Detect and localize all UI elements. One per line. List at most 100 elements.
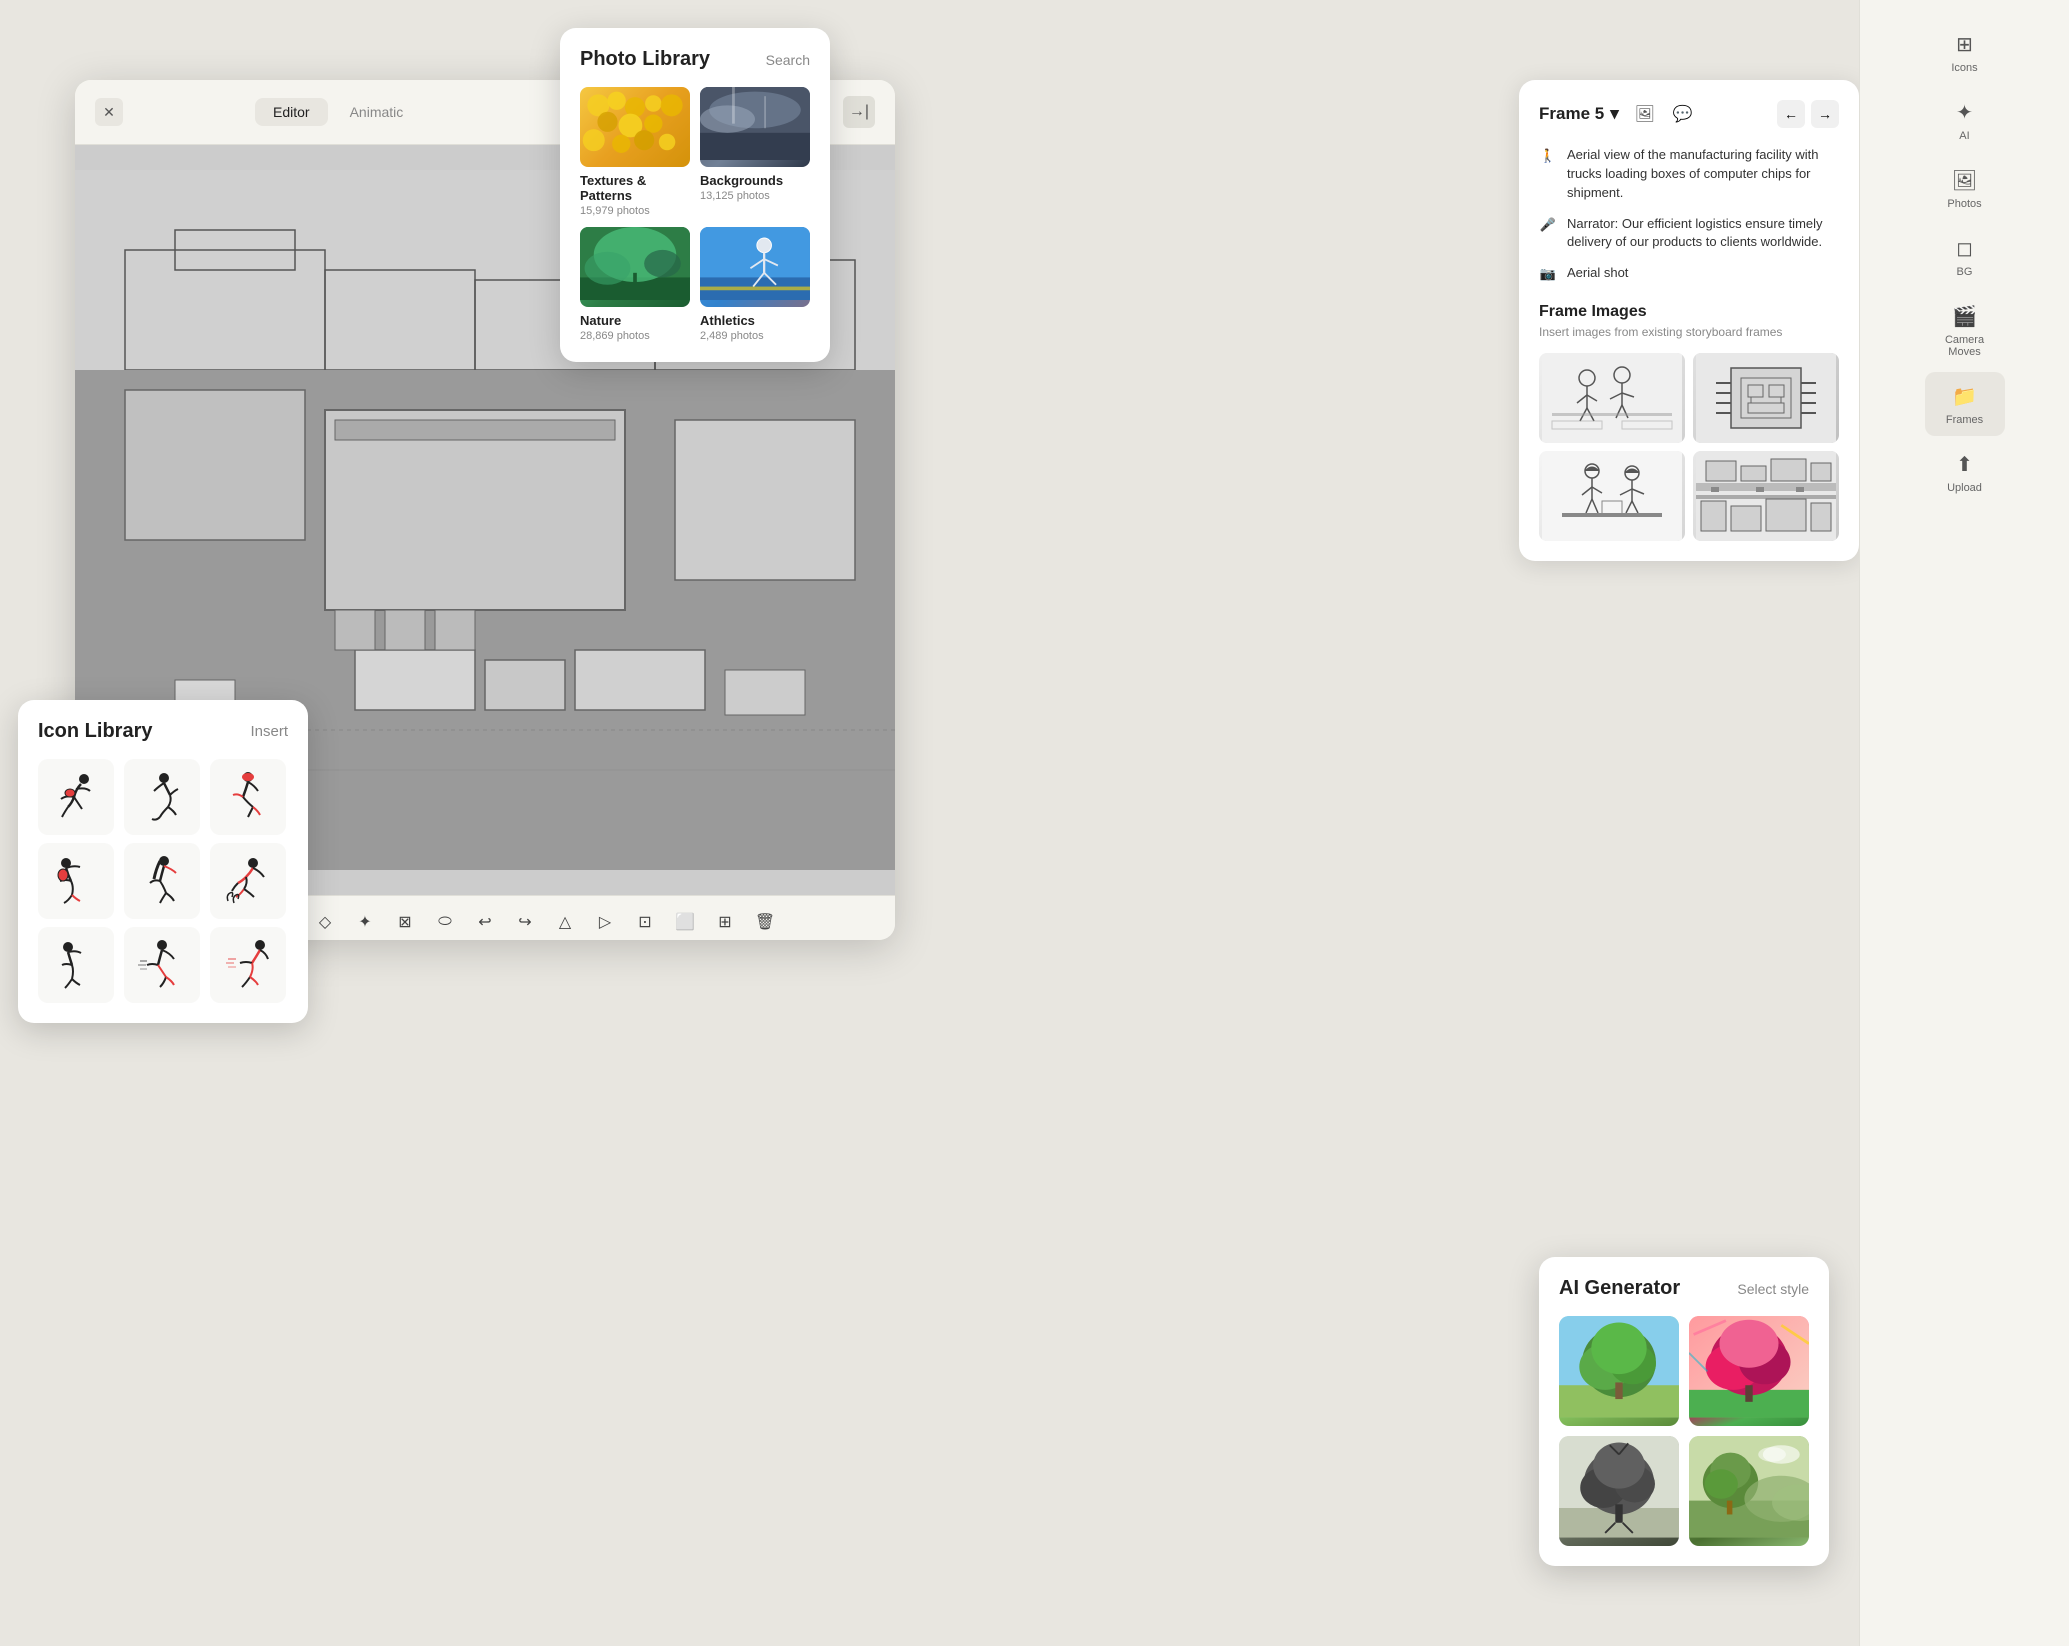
frame-note-narrator: 🎤 Narrator: Our efficient logistics ensu… [1539,215,1839,253]
ai-image-pink-tree[interactable] [1689,1316,1809,1426]
frame-image-city[interactable] [1693,451,1839,541]
icon-runner-7[interactable] [38,927,114,1003]
photo-search-button[interactable]: Search [766,52,810,68]
category-nature[interactable]: Nature 28,869 photos [580,227,690,342]
trash-icon: 🗑 [755,912,775,932]
arrow-right-icon: →| [849,103,869,121]
frame-images-subtitle: Insert images from existing storyboard f… [1539,325,1839,339]
sidebar-item-camera-moves[interactable]: 🎬 Camera Moves [1925,292,2005,368]
athletics-count: 2,489 photos [700,330,810,342]
arrow-tool-button[interactable]: ▷ [589,906,621,938]
star-icon: ✦ [358,912,371,932]
sidebar-item-upload[interactable]: ⬆ Upload [1925,440,2005,504]
backgrounds-count: 13,125 photos [700,190,810,202]
frame-icon-buttons: 🖼 💬 [1631,100,1697,128]
ai-image-green-tree[interactable] [1559,1316,1679,1426]
oval-icon: ⬭ [438,913,452,931]
arrow-left-icon: ← [1784,106,1798,122]
star-tool-button[interactable]: ✦ [349,906,381,938]
delete-button[interactable]: 🗑 [749,906,781,938]
image-frame-button[interactable]: ⬜ [669,906,701,938]
frame-prev-button[interactable]: ← [1777,100,1805,128]
sidebar-item-photos[interactable]: 🖼 Photos [1925,156,2005,220]
sidebar-item-frames[interactable]: 📁 Frames [1925,372,2005,436]
ai-image-landscape-tree[interactable] [1689,1436,1809,1546]
frame-image-lab[interactable] [1539,353,1685,443]
frame-image-worker[interactable] [1539,451,1685,541]
frame-image-chip[interactable] [1693,353,1839,443]
category-backgrounds[interactable]: Backgrounds 13,125 photos [700,87,810,217]
arrow-right-icon: → [1818,106,1832,122]
tab-animatic[interactable]: Animatic [332,98,422,126]
frame-comment-button[interactable]: 💬 [1669,100,1697,128]
icon-runner-5[interactable] [124,843,200,919]
icon-runner-2[interactable] [124,759,200,835]
icon-runner-1[interactable] [38,759,114,835]
action-icon: 🚶 [1539,147,1557,165]
photo-library-panel: Photo Library Search [560,28,830,362]
frame-next-button[interactable]: → [1811,100,1839,128]
triangle-tool-button[interactable]: △ [549,906,581,938]
backgrounds-thumbnail [700,87,810,167]
photo-library-title: Photo Library [580,48,710,71]
close-icon: ✕ [103,104,115,121]
camera-note-text: Aerial shot [1567,264,1628,283]
frame-image-button[interactable]: 🖼 [1631,100,1659,128]
frame-images-title: Frame Images [1539,303,1839,321]
photos-icon: 🖼 [1951,166,1979,194]
ai-generator-grid [1559,1316,1809,1546]
narrator-note-text: Narrator: Our efficient logistics ensure… [1567,215,1839,253]
sidebar-item-bg[interactable]: ◻ BG [1925,224,2005,288]
frames-icon: 📁 [1951,382,1979,410]
undo-button[interactable]: ↩ [469,906,501,938]
icon-runner-4[interactable] [38,843,114,919]
add-frame-button[interactable]: ⊞ [709,906,741,938]
editor-tabs: Editor Animatic [255,98,421,126]
ai-label: AI [1959,130,1969,142]
oval-tool-button[interactable]: ⬭ [429,906,461,938]
cross-box-icon: ⊠ [398,912,411,932]
nav-arrow-button[interactable]: →| [843,96,875,128]
category-textures[interactable]: Textures & Patterns 15,979 photos [580,87,690,217]
diamond-icon: ◇ [319,912,331,932]
icons-label: Icons [1951,62,1977,74]
diamond-tool-button[interactable]: ◇ [309,906,341,938]
icon-runner-6[interactable] [210,843,286,919]
icon-grid [38,759,288,1003]
icon-runner-3[interactable] [210,759,286,835]
sidebar-item-ai[interactable]: ✦ AI [1925,88,2005,152]
image-icon: 🖼 [1635,104,1655,124]
icon-library-panel: Icon Library Insert [18,700,308,1023]
frame-images-grid [1539,353,1839,541]
frame-dropdown-icon[interactable]: ▾ [1610,104,1619,124]
redo-button[interactable]: ↪ [509,906,541,938]
icon-runner-9[interactable] [210,927,286,1003]
bg-label: BG [1957,266,1973,278]
action-note-text: Aerial view of the manufacturing facilit… [1567,146,1839,203]
ai-generator-panel: AI Generator Select style [1539,1257,1829,1566]
textures-name: Textures & Patterns [580,173,690,203]
nature-thumbnail [580,227,690,307]
photos-label: Photos [1947,198,1981,210]
cross-box-button[interactable]: ⊠ [389,906,421,938]
icon-runner-8[interactable] [124,927,200,1003]
frame-notes: 🚶 Aerial view of the manufacturing facil… [1539,146,1839,283]
tab-editor[interactable]: Editor [255,98,328,126]
ai-generator-header: AI Generator Select style [1559,1277,1809,1300]
narrator-icon: 🎤 [1539,216,1557,234]
category-athletics[interactable]: Athletics 2,489 photos [700,227,810,342]
camera-moves-icon: 🎬 [1951,302,1979,330]
ai-generator-title: AI Generator [1559,1277,1680,1300]
sidebar-item-icons[interactable]: ⊞ Icons [1925,20,2005,84]
close-button[interactable]: ✕ [95,98,123,126]
upload-label: Upload [1947,482,1982,494]
ai-image-bw-tree[interactable] [1559,1436,1679,1546]
crop-tool-button[interactable]: ⊡ [629,906,661,938]
icon-insert-button[interactable]: Insert [250,723,288,740]
arrow-right-icon: ▷ [599,912,611,932]
icons-icon: ⊞ [1951,30,1979,58]
ai-select-style-button[interactable]: Select style [1737,1281,1809,1297]
comment-icon: 💬 [1673,104,1693,124]
frame-note-action: 🚶 Aerial view of the manufacturing facil… [1539,146,1839,203]
ai-icon: ✦ [1951,98,1979,126]
